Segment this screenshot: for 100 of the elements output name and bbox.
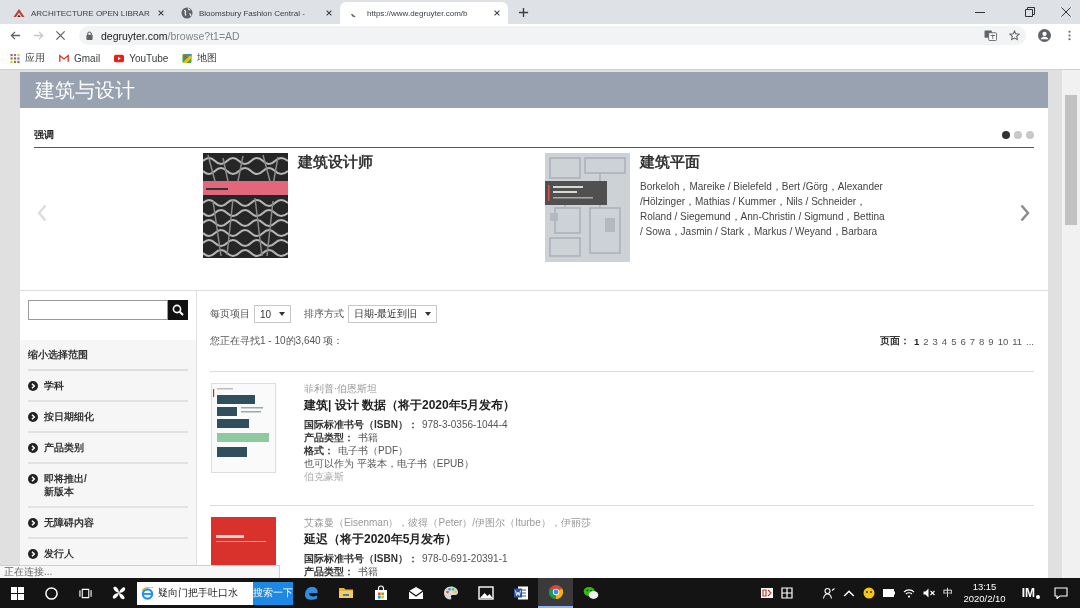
page-link[interactable]: 1 (913, 335, 920, 347)
swirl-icon (302, 585, 319, 601)
book-cover-drawing[interactable] (545, 153, 630, 262)
tricolor-circle-icon (547, 584, 564, 600)
input-language[interactable]: 中 (943, 586, 954, 600)
play-button-icon (114, 53, 125, 63)
pagination-label: 页面： (879, 334, 910, 348)
person-icon[interactable] (823, 587, 836, 599)
pagination-ellipsis: ... (1026, 335, 1034, 347)
menu-icon[interactable] (1068, 30, 1071, 41)
field-value: 电子书（PDF） (338, 445, 408, 456)
carousel-dot-icon[interactable] (1002, 131, 1010, 139)
book-cover-drawing[interactable] (203, 153, 288, 258)
folder-icon (337, 585, 354, 601)
bookmark-link[interactable]: 地图 (182, 51, 218, 65)
search-button[interactable] (168, 300, 188, 320)
chat-bubbles-icon (582, 585, 599, 601)
page-link[interactable]: 5 (951, 335, 957, 347)
carousel-dot-icon[interactable] (1026, 131, 1034, 139)
speaker-muted-icon[interactable] (923, 587, 936, 599)
translate-icon[interactable] (984, 30, 997, 41)
wifi-icon[interactable] (903, 587, 916, 599)
book-cover-drawing[interactable] (211, 383, 276, 473)
page-link[interactable]: 4 (941, 335, 948, 347)
page-link[interactable]: 7 (969, 335, 976, 347)
close-icon[interactable] (157, 9, 165, 17)
notification-icon[interactable] (1054, 587, 1068, 599)
page-link[interactable]: 6 (960, 335, 966, 347)
palette-icon (442, 585, 459, 601)
bookmark-link[interactable]: Gmail (59, 52, 101, 64)
book-title[interactable]: 建筑| 设计 数据（将于2020年5月发布） (304, 397, 516, 414)
smiley-icon[interactable] (863, 587, 876, 599)
scrollbar-thumb[interactable] (1065, 95, 1077, 225)
book-title[interactable]: 建筑平面 (640, 153, 885, 171)
grid-icon (10, 53, 20, 63)
envelope-icon (407, 585, 424, 601)
format-note: 也可以作为 平装本，电子书（EPUB） (304, 457, 475, 470)
browser-tab[interactable]: https://www.degruyter.com/b (340, 2, 508, 24)
filter-item[interactable]: 无障碍内容 (28, 508, 188, 539)
page-link[interactable]: 11 (1012, 335, 1023, 347)
back-icon[interactable] (10, 30, 21, 41)
taskbar-app-button[interactable] (538, 578, 573, 608)
page-link[interactable]: 8 (979, 335, 985, 347)
result-count: 您正在寻找1 - 10的3,640 项： (210, 334, 344, 348)
close-icon[interactable] (493, 9, 501, 17)
section-label: 强调 (34, 128, 54, 142)
arrow-circle-icon (28, 548, 38, 559)
task-view-icon[interactable] (78, 586, 92, 600)
triangle-logo-icon (13, 7, 25, 19)
map-icon (182, 53, 193, 63)
field-label: 产品类型： (304, 566, 354, 577)
pinwheel-icon[interactable] (111, 585, 127, 601)
page-link[interactable]: 10 (997, 335, 1009, 347)
stop-icon[interactable] (55, 30, 66, 41)
chevron-right-icon[interactable] (1020, 203, 1030, 222)
arrow-circle-icon (28, 411, 38, 422)
carousel-dot-icon[interactable] (1014, 131, 1022, 139)
tray-app-label[interactable]: IM (1021, 586, 1035, 600)
caret-icon (425, 312, 432, 316)
ring-icon[interactable] (44, 586, 58, 600)
search-field[interactable] (28, 300, 168, 320)
restore-icon[interactable] (1025, 7, 1035, 17)
globe-icon (181, 7, 193, 19)
sort-select[interactable]: 日期-最近到旧 (348, 305, 438, 323)
page-link[interactable]: 9 (988, 335, 994, 347)
address-bar[interactable]: degruyter.com/browse?t1=AD (79, 26, 1026, 45)
search-button[interactable]: 搜索一下 (253, 581, 293, 605)
book-title[interactable]: 延迟（将于2020年5月发布） (304, 531, 591, 548)
bookmark-link[interactable]: YouTube (114, 52, 169, 64)
document-icon (512, 585, 529, 601)
input-method-icon[interactable] (761, 587, 774, 599)
grid-icon[interactable] (781, 587, 794, 599)
taskbar-search-field[interactable]: 疑向门把手吐口水 (137, 581, 253, 605)
field-value: 书籍 (358, 432, 378, 443)
per-page-select[interactable]: 10 (254, 305, 292, 323)
filter-heading: 缩小选择范围 (28, 340, 188, 371)
start-icon[interactable] (10, 586, 24, 600)
filter-item[interactable]: 产品类别 (28, 433, 188, 464)
star-icon[interactable] (1009, 30, 1020, 41)
clock[interactable]: 13:15 2020/2/10 (963, 581, 1006, 605)
filter-item[interactable]: 发行人 (28, 539, 188, 562)
plus-icon[interactable] (518, 7, 529, 18)
battery-icon[interactable] (883, 587, 896, 599)
field-label: 国际标准书号（ISBN）： (304, 419, 418, 430)
book-title[interactable]: 建筑设计师 (298, 153, 373, 171)
field-value: 978-0-691-20391-1 (421, 553, 508, 564)
filter-item[interactable]: 即将推出/ 新版本 (28, 464, 188, 508)
caret-icon (279, 312, 286, 316)
browser-tab[interactable]: Bloomsbury Fashion Central - (172, 2, 340, 24)
account-icon[interactable] (1038, 29, 1051, 42)
browser-tab[interactable]: ARCHITECTURE OPEN LIBRAR (4, 2, 172, 24)
filter-item[interactable]: 学科 (28, 371, 188, 402)
filter-item[interactable]: 按日期细化 (28, 402, 188, 433)
close-icon[interactable] (1061, 7, 1071, 17)
bookmark-link[interactable]: 应用 (10, 51, 45, 65)
close-icon[interactable] (325, 9, 333, 17)
page-link[interactable]: 3 (932, 335, 938, 347)
arrow-circle-icon (28, 473, 38, 484)
page-link[interactable]: 2 (923, 335, 929, 347)
shopping-bag-icon (372, 585, 389, 601)
